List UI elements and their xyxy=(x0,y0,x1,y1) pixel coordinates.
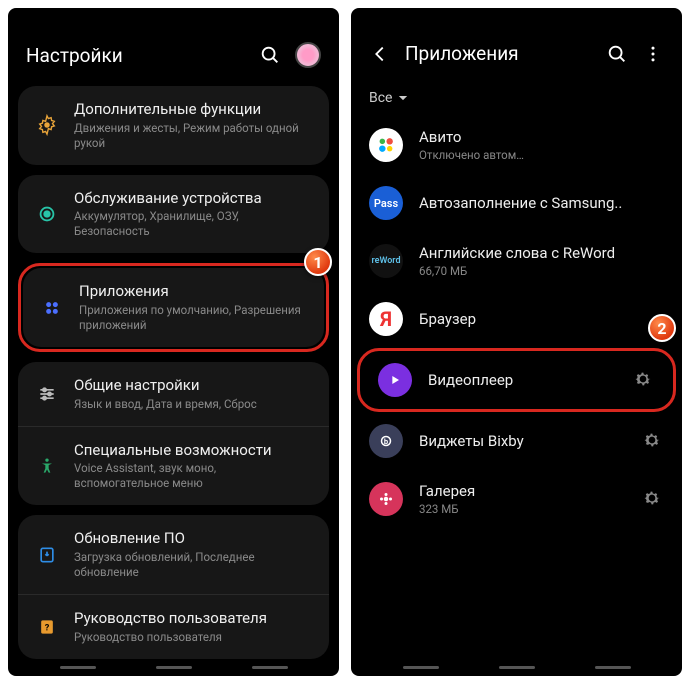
app-icon-reword: reWord xyxy=(369,244,403,278)
apps-icon xyxy=(39,295,65,321)
app-icon-bixby: b xyxy=(369,424,403,458)
status-bar xyxy=(8,8,339,30)
gear-icon[interactable] xyxy=(633,369,655,391)
step-badge-1: 1 xyxy=(304,248,332,276)
nav-back[interactable] xyxy=(252,666,288,669)
item-sub: Аккумулятор, Хранилище, ОЗУ, Безопасност… xyxy=(74,209,313,239)
settings-card: Обновление ПО Загрузка обновлений, После… xyxy=(18,515,329,658)
settings-item-update[interactable]: Обновление ПО Загрузка обновлений, После… xyxy=(18,515,329,594)
item-sub: Загрузка обновлений, Последнее обновлени… xyxy=(74,550,313,580)
device-care-icon xyxy=(34,201,60,227)
svg-text:b: b xyxy=(384,437,388,446)
general-icon xyxy=(34,381,60,407)
filter-row: Все xyxy=(351,83,682,116)
app-item-reword[interactable]: reWord Английские слова с ReWord 66,70 М… xyxy=(351,232,682,290)
page-title: Приложения xyxy=(405,42,592,65)
item-sub: Движения и жесты, Режим работы одной рук… xyxy=(74,121,313,151)
app-item-samsung-pass[interactable]: Pass Автозаполнение с Samsung.. xyxy=(351,174,682,232)
app-icon-yandex: Я xyxy=(369,302,403,336)
app-name: Авито xyxy=(419,128,664,146)
settings-card: Общие настройки Язык и ввод, Дата и врем… xyxy=(18,362,329,505)
item-title: Обслуживание устройства xyxy=(74,189,313,208)
app-name: Видеоплеер xyxy=(428,371,617,389)
manual-icon: ? xyxy=(34,614,60,640)
settings-item-manual[interactable]: ? Руководство пользователя Руководство п… xyxy=(18,594,329,659)
app-icon-video xyxy=(378,363,412,397)
app-name: Английские слова с ReWord xyxy=(419,244,664,262)
header: Приложения xyxy=(351,30,682,83)
advanced-icon xyxy=(34,112,60,138)
chevron-down-icon xyxy=(398,95,408,102)
settings-card: Приложения Приложения по умолчанию, Разр… xyxy=(23,268,324,347)
header: Настройки xyxy=(8,30,339,86)
back-icon[interactable] xyxy=(369,43,391,65)
app-item-video-player[interactable]: Видеоплеер xyxy=(357,348,676,412)
app-item-bixby[interactable]: b Виджеты Bixby xyxy=(351,412,682,470)
settings-item-apps[interactable]: Приложения Приложения по умолчанию, Разр… xyxy=(23,268,324,347)
settings-item-device-care[interactable]: Обслуживание устройства Аккумулятор, Хра… xyxy=(18,175,329,254)
accessibility-icon xyxy=(34,453,60,479)
profile-avatar[interactable] xyxy=(295,42,321,68)
status-bar xyxy=(351,8,682,30)
gear-icon[interactable] xyxy=(642,430,664,452)
settings-item-advanced[interactable]: Дополнительные функции Движения и жесты,… xyxy=(18,86,329,165)
app-item-gallery[interactable]: Галерея 323 МБ xyxy=(351,470,682,528)
gear-icon[interactable] xyxy=(642,488,664,510)
app-sub: 66,70 МБ xyxy=(419,264,664,278)
filter-label: Все xyxy=(369,90,392,106)
more-icon[interactable] xyxy=(642,43,664,65)
apps-list: Авито Отключено автом… Pass Автозаполнен… xyxy=(351,116,682,662)
app-item-avito[interactable]: Авито Отключено автом… xyxy=(351,116,682,174)
nav-home[interactable] xyxy=(499,666,535,669)
nav-home[interactable] xyxy=(156,666,192,669)
item-title: Общие настройки xyxy=(74,376,313,395)
step-badge-2: 2 xyxy=(648,314,676,342)
item-title: Обновление ПО xyxy=(74,529,313,548)
settings-screen: Настройки Дополнительные функции Движени… xyxy=(8,8,339,676)
nav-bar xyxy=(351,662,682,676)
settings-list: Дополнительные функции Движения и жесты,… xyxy=(8,86,339,662)
item-title: Дополнительные функции xyxy=(74,100,313,119)
search-icon[interactable] xyxy=(259,44,281,66)
nav-back[interactable] xyxy=(595,666,631,669)
settings-item-accessibility[interactable]: Специальные возможности Voice Assistant,… xyxy=(18,426,329,506)
app-icon-gallery xyxy=(369,482,403,516)
item-sub: Руководство пользователя xyxy=(74,630,313,645)
filter-dropdown[interactable]: Все xyxy=(369,90,408,106)
app-item-browser[interactable]: Я Браузер 2 xyxy=(351,290,682,348)
app-icon-pass: Pass xyxy=(369,186,403,220)
app-name: Галерея xyxy=(419,482,626,500)
settings-card: Обслуживание устройства Аккумулятор, Хра… xyxy=(18,175,329,254)
settings-card: Дополнительные функции Движения и жесты,… xyxy=(18,86,329,165)
item-sub: Язык и ввод, Дата и время, Сброс xyxy=(74,397,313,412)
nav-bar xyxy=(8,662,339,676)
app-name: Виджеты Bixby xyxy=(419,432,626,450)
app-sub: 323 МБ xyxy=(419,502,626,516)
app-name: Браузер xyxy=(419,310,664,328)
nav-recent[interactable] xyxy=(403,666,439,669)
svg-text:?: ? xyxy=(45,623,50,633)
item-title: Специальные возможности xyxy=(74,441,313,460)
app-name: Автозаполнение с Samsung.. xyxy=(419,194,664,212)
item-title: Руководство пользователя xyxy=(74,609,313,628)
app-sub: Отключено автом… xyxy=(419,148,664,162)
page-title: Настройки xyxy=(26,44,245,67)
update-icon xyxy=(34,542,60,568)
item-sub: Voice Assistant, звук моно, вспомогатель… xyxy=(74,461,313,491)
apps-screen: Приложения Все Авито Отключено автом… Pa… xyxy=(351,8,682,676)
nav-recent[interactable] xyxy=(60,666,96,669)
search-icon[interactable] xyxy=(606,43,628,65)
item-sub: Приложения по умолчанию, Разрешения прил… xyxy=(79,303,308,333)
item-title: Приложения xyxy=(79,282,308,301)
settings-item-general[interactable]: Общие настройки Язык и ввод, Дата и врем… xyxy=(18,362,329,426)
highlight-frame: 1 Приложения Приложения по умолчанию, Ра… xyxy=(18,263,329,352)
app-icon-avito xyxy=(369,128,403,162)
